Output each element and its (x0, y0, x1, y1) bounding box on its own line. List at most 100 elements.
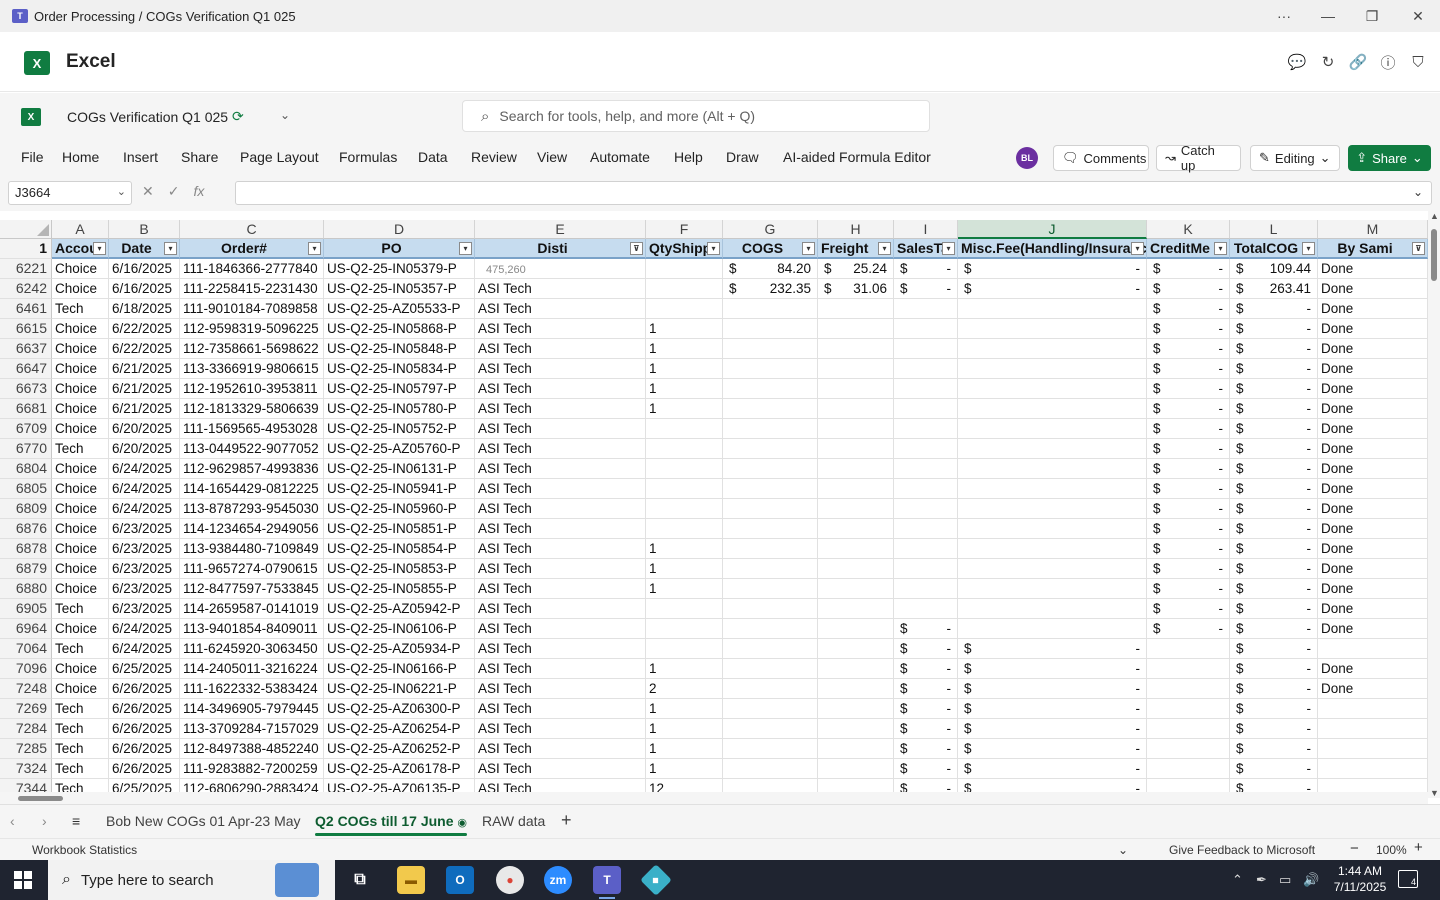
table-cell[interactable] (958, 299, 1147, 319)
table-cell[interactable] (646, 619, 723, 639)
table-cell[interactable]: ASI Tech (475, 439, 646, 459)
tab-file[interactable]: File (21, 149, 44, 165)
table-cell[interactable] (723, 499, 818, 519)
table-cell[interactable]: $ - (958, 719, 1147, 739)
table-cell[interactable] (894, 319, 958, 339)
table-cell[interactable] (723, 579, 818, 599)
table-cell[interactable]: 6/20/2025 (109, 419, 180, 439)
formula-input[interactable]: ⌄ (235, 181, 1432, 205)
table-cell[interactable]: 111-9657274-0790615 (180, 559, 324, 579)
table-cell[interactable]: 6/23/2025 (109, 519, 180, 539)
table-cell[interactable]: 6/16/2025 (109, 279, 180, 299)
table-cell[interactable]: ASI Tech (475, 619, 646, 639)
info-icon[interactable]: ⓘ (1378, 52, 1398, 72)
table-cell[interactable] (818, 719, 894, 739)
table-cell[interactable]: $ - (1230, 439, 1318, 459)
table-cell[interactable] (818, 359, 894, 379)
filter-dropdown-icon[interactable]: ▾ (164, 242, 177, 255)
check-icon[interactable]: ✓ (168, 183, 180, 200)
table-cell[interactable]: Done (1318, 419, 1428, 439)
table-cell[interactable] (1147, 659, 1230, 679)
table-cell[interactable] (818, 699, 894, 719)
sheet-tab-q2-cogs[interactable]: Q2 COGs till 17 June ◉ (315, 813, 467, 836)
table-cell[interactable]: 111-9283882-7200259 (180, 759, 324, 779)
table-cell[interactable]: $ - (958, 759, 1147, 779)
table-cell[interactable]: Choice (52, 499, 109, 519)
tab-view[interactable]: View (537, 149, 567, 165)
table-cell[interactable]: 111-1622332-5383424 (180, 679, 324, 699)
table-cell[interactable]: 113-9384480-7109849 (180, 539, 324, 559)
table-cell[interactable]: $ - (894, 679, 958, 699)
table-cell[interactable] (646, 459, 723, 479)
table-cell[interactable] (723, 599, 818, 619)
catch-up-button[interactable]: ↝ Catch up (1156, 143, 1241, 173)
table-cell[interactable]: Done (1318, 559, 1428, 579)
network-icon[interactable]: ▭ (1279, 872, 1291, 888)
table-cell[interactable]: 6/23/2025 (109, 559, 180, 579)
table-cell[interactable]: 112-9598319-5096225 (180, 319, 324, 339)
table-cell[interactable]: $ - (1147, 419, 1230, 439)
table-cell[interactable]: $ - (1230, 759, 1318, 779)
table-cell[interactable] (723, 539, 818, 559)
tab-data[interactable]: Data (418, 149, 448, 165)
minimize-button[interactable]: — (1306, 0, 1350, 32)
row-header[interactable]: 6709 (0, 419, 52, 439)
feedback-link[interactable]: Give Feedback to Microsoft (1169, 843, 1315, 857)
search-box[interactable]: ⌕ Search for tools, help, and more (Alt … (462, 100, 930, 132)
tab-automate[interactable]: Automate (590, 149, 650, 165)
tab-help[interactable]: Help (674, 149, 703, 165)
table-cell[interactable]: $ - (1230, 479, 1318, 499)
table-cell[interactable] (723, 479, 818, 499)
row-header[interactable]: 6615 (0, 319, 52, 339)
table-cell[interactable] (818, 639, 894, 659)
table-cell[interactable] (818, 399, 894, 419)
table-cell[interactable]: 6/23/2025 (109, 599, 180, 619)
row-header[interactable]: 6879 (0, 559, 52, 579)
table-cell[interactable] (958, 399, 1147, 419)
table-cell[interactable]: $232.35 (723, 279, 818, 299)
table-cell[interactable] (818, 619, 894, 639)
row-header[interactable]: 6221 (0, 259, 52, 279)
table-cell[interactable] (723, 759, 818, 779)
table-cell[interactable] (894, 559, 958, 579)
table-cell[interactable]: Choice (52, 519, 109, 539)
table-cell[interactable]: $ - (1147, 279, 1230, 299)
table-cell[interactable] (723, 639, 818, 659)
document-name[interactable]: COGs Verification Q1 025 (67, 109, 228, 125)
zoom-icon[interactable]: zm (544, 866, 572, 894)
table-cell[interactable]: US-Q2-25-IN05834-P (324, 359, 475, 379)
table-cell[interactable] (958, 499, 1147, 519)
table-cell[interactable]: Tech (52, 699, 109, 719)
table-cell[interactable]: $ - (1147, 439, 1230, 459)
table-cell[interactable]: 111-1569565-4953028 (180, 419, 324, 439)
table-cell[interactable]: $ - (1230, 539, 1318, 559)
table-cell[interactable]: 114-1234654-2949056 (180, 519, 324, 539)
filter-dropdown-icon[interactable]: ▾ (707, 242, 720, 255)
row-header[interactable]: 6804 (0, 459, 52, 479)
table-cell[interactable]: $ - (894, 699, 958, 719)
close-button[interactable]: ✕ (1396, 0, 1440, 32)
row-header[interactable]: 6964 (0, 619, 52, 639)
table-cell[interactable] (1318, 699, 1428, 719)
table-cell[interactable] (818, 539, 894, 559)
tab-ai-formula-editor[interactable]: AI-aided Formula Editor (783, 149, 931, 165)
row-header[interactable]: 6809 (0, 499, 52, 519)
table-cell[interactable]: $31.06 (818, 279, 894, 299)
table-cell[interactable]: $ - (1230, 359, 1318, 379)
row-header[interactable]: 6673 (0, 379, 52, 399)
editing-mode-button[interactable]: ✎ Editing ⌄ (1250, 145, 1340, 171)
table-cell[interactable]: ASI Tech (475, 299, 646, 319)
table-cell[interactable]: $ - (1230, 699, 1318, 719)
table-cell[interactable]: ASI Tech (475, 579, 646, 599)
row-header[interactable]: 6242 (0, 279, 52, 299)
horizontal-scrollbar[interactable] (0, 792, 1428, 804)
table-cell[interactable]: 1 (646, 659, 723, 679)
spreadsheet-grid[interactable]: 475,260 A B C D E F G H I J K L M 1 Accou ▾ Date ▾ Order# ▾… (0, 220, 1428, 798)
table-cell[interactable] (818, 679, 894, 699)
table-cell[interactable]: $ - (1230, 659, 1318, 679)
table-cell[interactable]: ASI Tech (475, 739, 646, 759)
table-cell[interactable]: $ - (1230, 299, 1318, 319)
table-cell[interactable]: $ - (894, 659, 958, 679)
table-cell[interactable]: 6/22/2025 (109, 339, 180, 359)
table-cell[interactable]: 6/21/2025 (109, 379, 180, 399)
